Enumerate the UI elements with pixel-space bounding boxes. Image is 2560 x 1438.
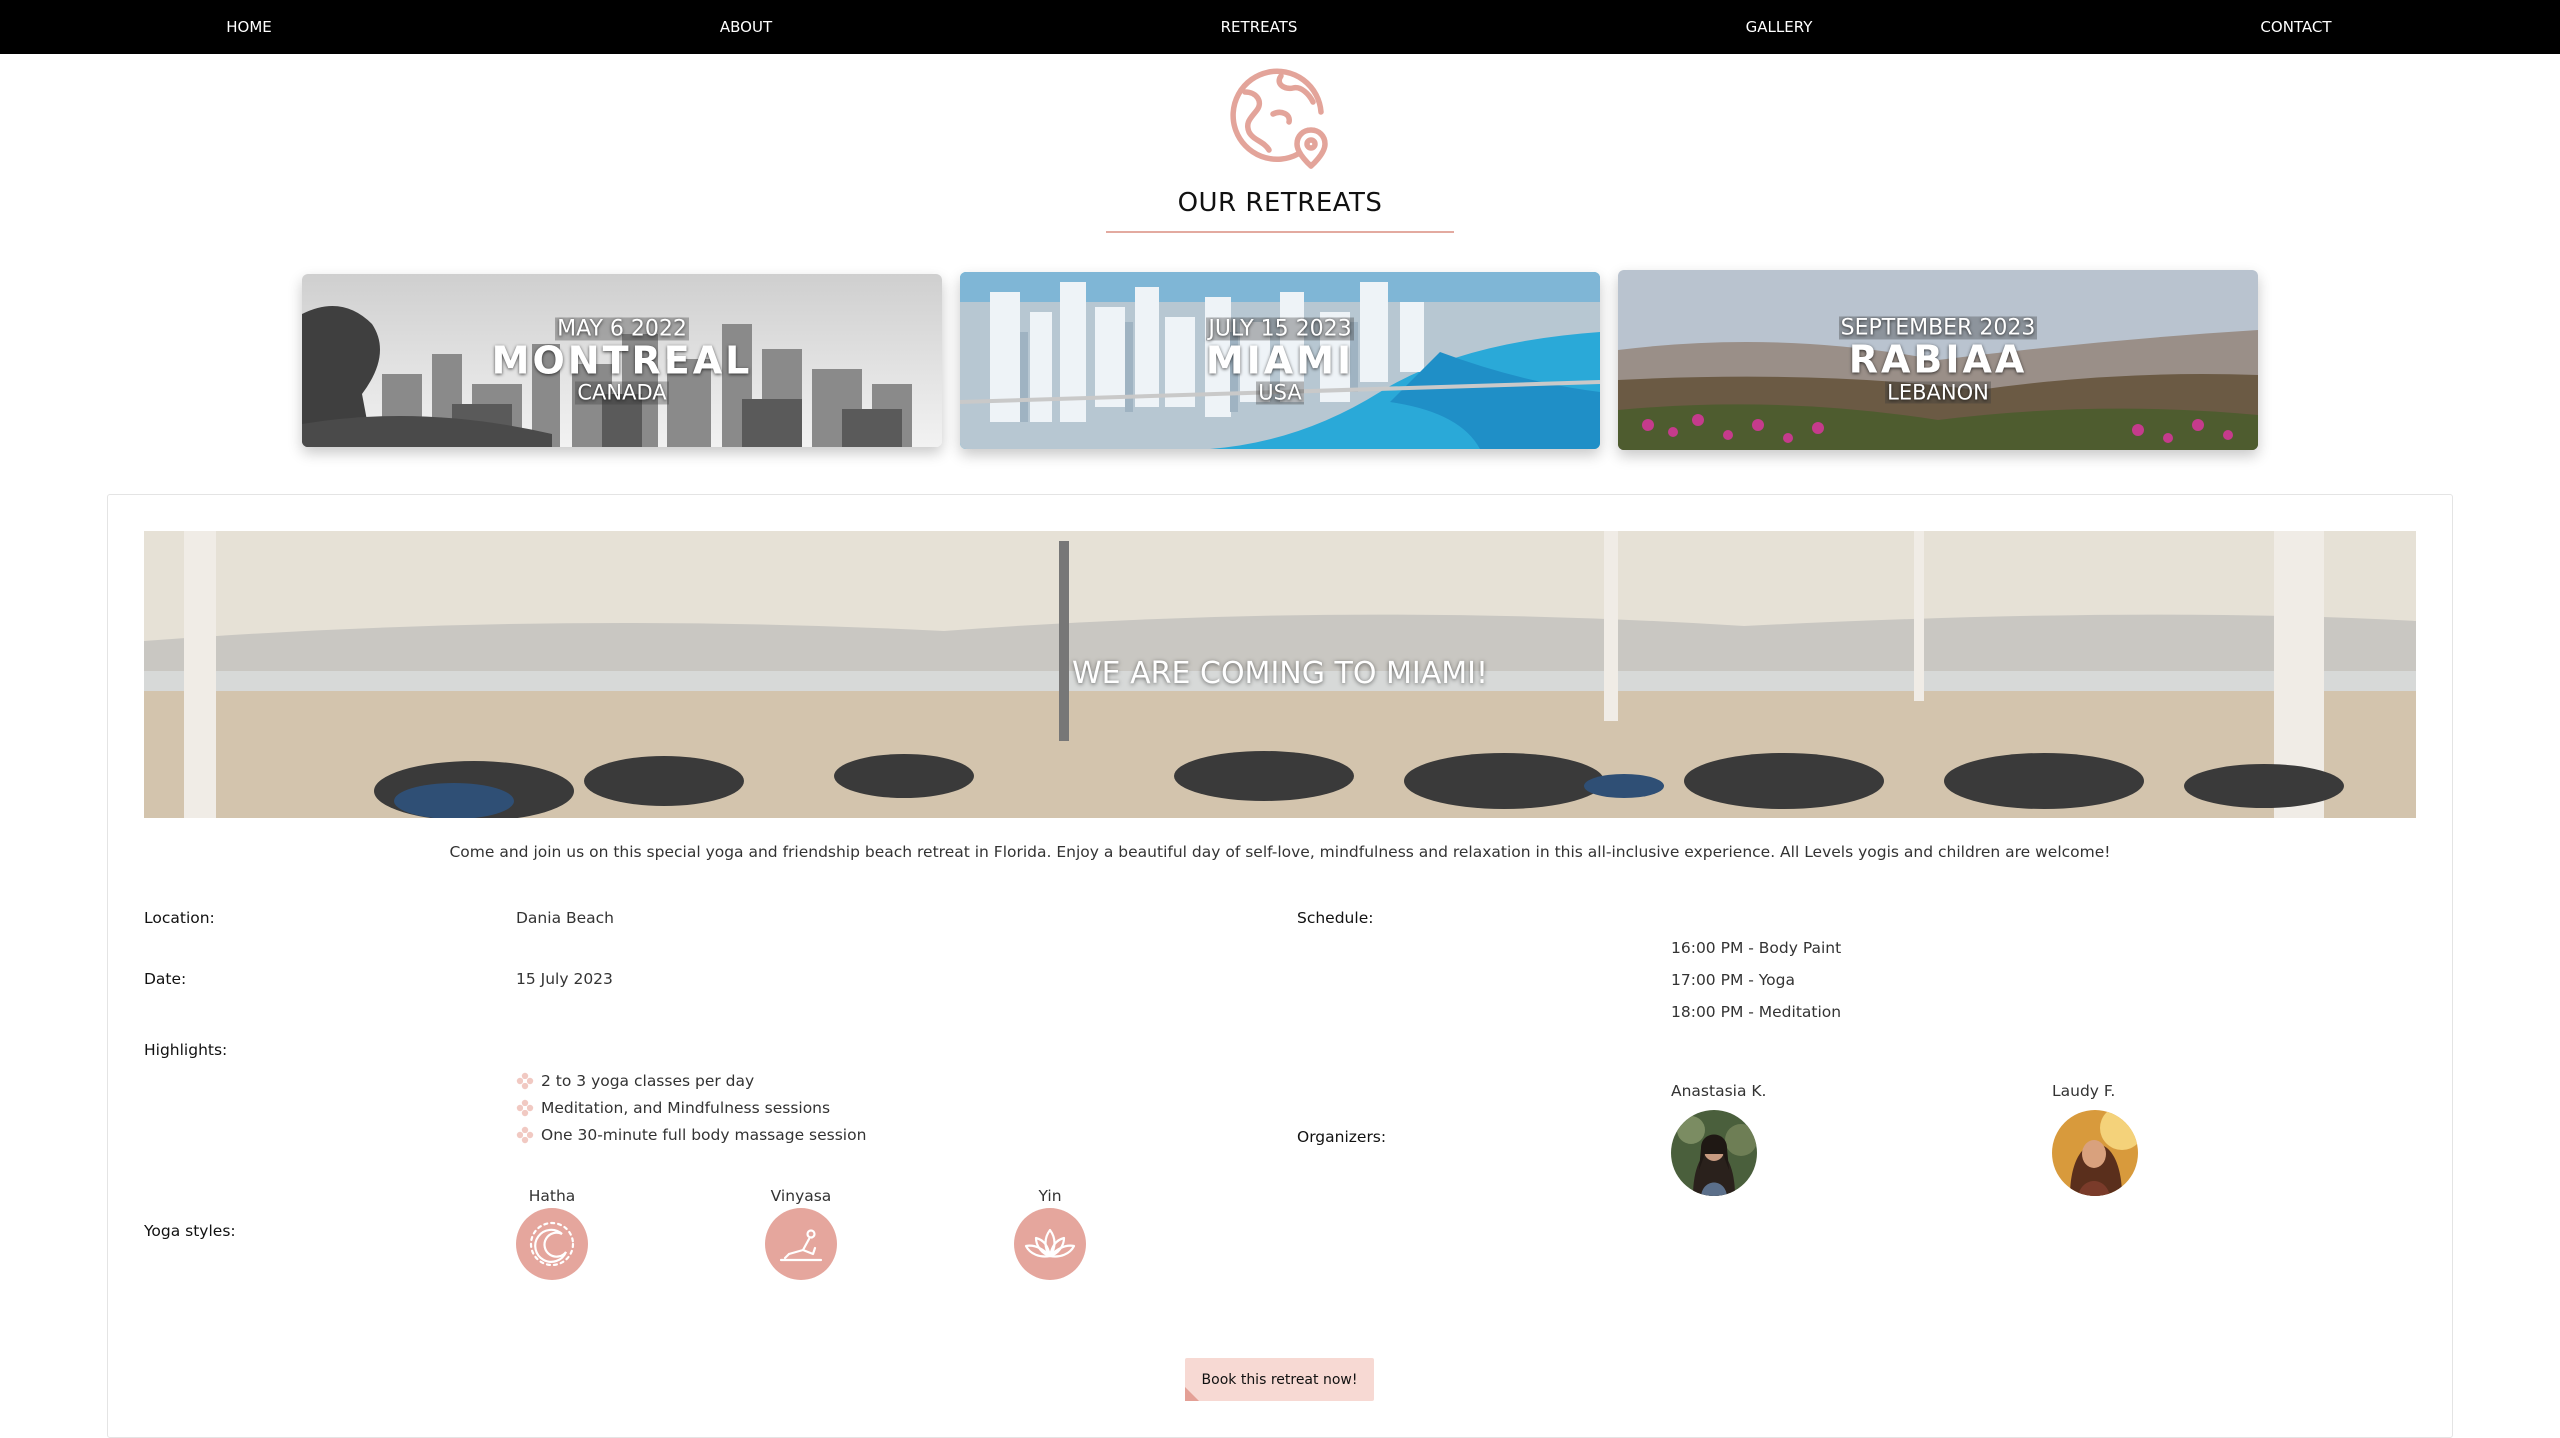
location-value: Dania Beach — [516, 909, 615, 927]
retreat-card-rabiaa[interactable]: SEPTEMBER 2023 RABIAA LEBANON — [1618, 270, 2258, 450]
flower-bullet-icon — [516, 1072, 534, 1090]
retreat-date: MAY 6 2022 — [555, 315, 689, 341]
schedule-item: 17:00 PM - Yoga — [1671, 971, 1795, 989]
flower-bullet-icon — [516, 1099, 534, 1117]
retreat-card-text: SEPTEMBER 2023 RABIAA LEBANON — [1618, 315, 2258, 405]
retreat-date: JULY 15 2023 — [1206, 315, 1354, 341]
sun-moon-icon[interactable] — [516, 1208, 588, 1280]
retreat-country: USA — [1256, 380, 1304, 405]
list-item: Meditation, and Mindfulness sessions — [516, 1097, 866, 1124]
highlight-text: One 30-minute full body massage session — [541, 1126, 867, 1144]
globe-location-icon — [1225, 62, 1335, 172]
avatar[interactable] — [2052, 1110, 2138, 1196]
hero-banner: WE ARE COMING TO MIAMI! — [144, 531, 2416, 818]
retreat-description: Come and join us on this special yoga an… — [449, 843, 2111, 861]
flower-bullet-icon — [516, 1126, 534, 1144]
retreat-date: SEPTEMBER 2023 — [1838, 315, 2038, 341]
retreat-card-text: MAY 6 2022 MONTREAL CANADA — [302, 317, 942, 404]
list-item: One 30-minute full body massage session — [516, 1124, 866, 1151]
yoga-pose-icon[interactable] — [765, 1208, 837, 1280]
retreat-card-text: JULY 15 2023 MIAMI USA — [960, 317, 1600, 404]
nav-home-link[interactable]: HOME — [226, 0, 272, 54]
retreat-card-miami[interactable]: JULY 15 2023 MIAMI USA — [960, 272, 1600, 449]
hero-title: WE ARE COMING TO MIAMI! — [1071, 656, 1488, 691]
highlight-text: Meditation, and Mindfulness sessions — [541, 1099, 831, 1117]
highlights-label: Highlights: — [144, 1041, 228, 1059]
avatar[interactable] — [1671, 1110, 1757, 1196]
schedule-list: 16:00 PM - Body Paint 17:00 PM - Yoga 18… — [1671, 939, 1841, 1035]
retreat-card-montreal[interactable]: MAY 6 2022 MONTREAL CANADA — [302, 274, 942, 447]
nav-about-link[interactable]: ABOUT — [720, 0, 772, 54]
book-retreat-button[interactable]: Book this retreat now! — [1185, 1358, 1374, 1401]
list-item: 2 to 3 yoga classes per day — [516, 1070, 866, 1097]
organizer-name: Anastasia K. — [1671, 1082, 1767, 1100]
yoga-style-name: Vinyasa — [770, 1187, 832, 1205]
lotus-icon[interactable] — [1014, 1208, 1086, 1280]
schedule-label: Schedule: — [1297, 909, 1374, 927]
retreat-country: CANADA — [575, 380, 669, 405]
schedule-item: 18:00 PM - Meditation — [1671, 1003, 1842, 1021]
date-label: Date: — [144, 970, 187, 988]
nav-gallery-link[interactable]: GALLERY — [1746, 0, 1813, 54]
retreat-city: RABIAA — [1848, 337, 2028, 382]
title-underline — [1106, 231, 1454, 233]
top-navigation: HOME ABOUT RETREATS GALLERY CONTACT — [0, 0, 2560, 54]
nav-retreats-link[interactable]: RETREATS — [1221, 0, 1298, 54]
yoga-style-name: Hatha — [528, 1187, 576, 1205]
yoga-styles-label: Yoga styles: — [144, 1222, 236, 1240]
section-title: OUR RETREATS — [1177, 188, 1383, 218]
date-value: 15 July 2023 — [516, 970, 613, 988]
organizer-name: Laudy F. — [2052, 1082, 2116, 1100]
highlight-text: 2 to 3 yoga classes per day — [541, 1072, 755, 1090]
nav-contact-link[interactable]: CONTACT — [2260, 0, 2331, 54]
retreat-country: LEBANON — [1885, 380, 1991, 405]
organizers-label: Organizers: — [1297, 1128, 1387, 1146]
location-label: Location: — [144, 909, 215, 927]
retreat-city: MIAMI — [1205, 338, 1355, 383]
highlights-list: 2 to 3 yoga classes per day Meditation, … — [516, 1070, 866, 1151]
yoga-style-name: Yin — [1038, 1187, 1062, 1205]
retreat-city: MONTREAL — [491, 338, 753, 383]
schedule-item: 16:00 PM - Body Paint — [1671, 939, 1842, 957]
